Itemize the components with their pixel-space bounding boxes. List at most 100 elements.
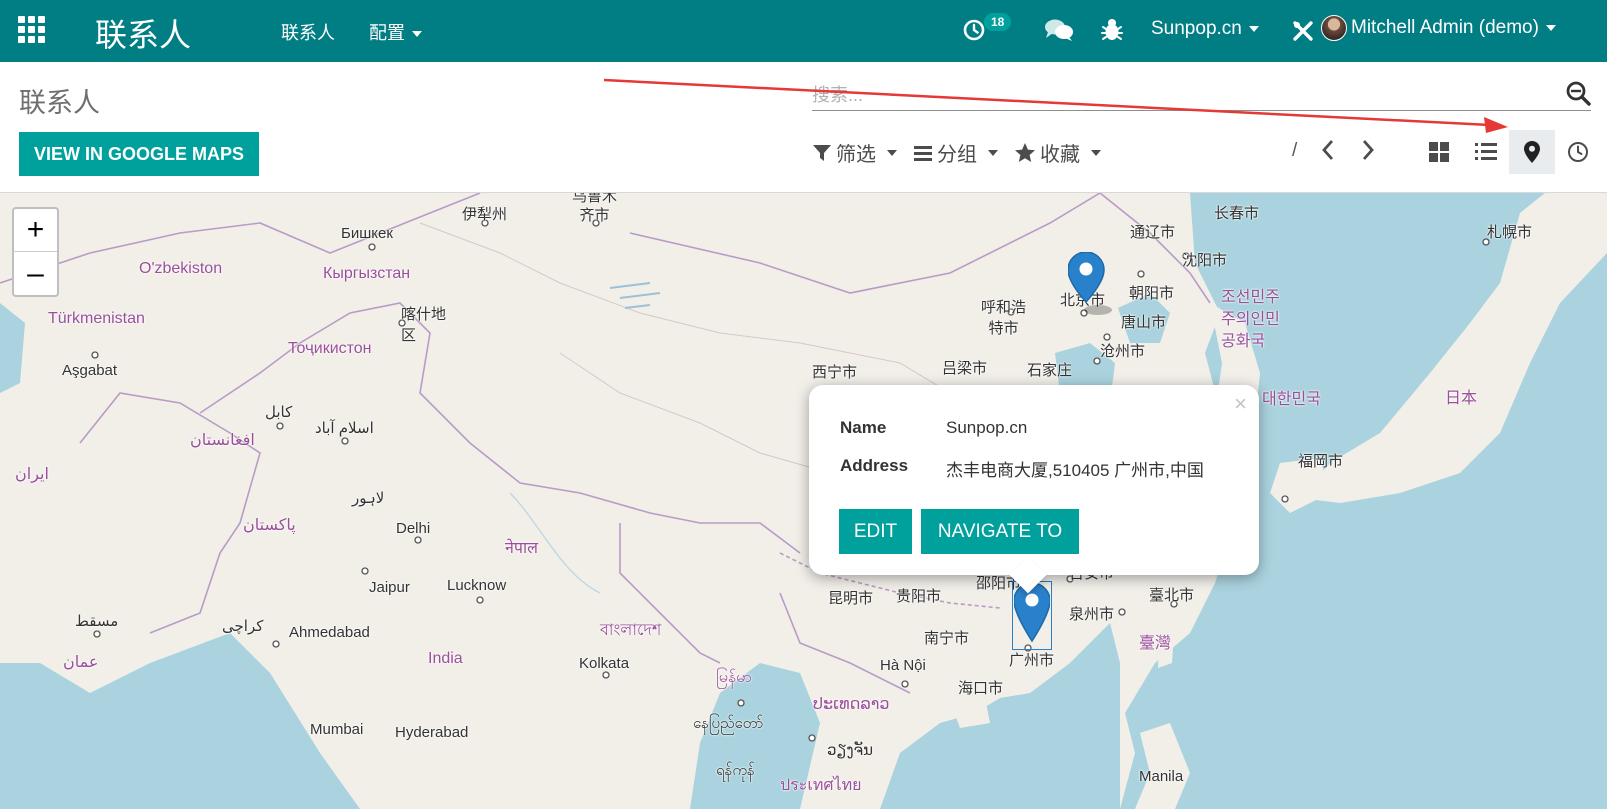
map-marker-beijing[interactable] xyxy=(1067,251,1118,325)
map-label: 喀什地 区 xyxy=(401,306,447,344)
map-label: Кыргызстан xyxy=(323,265,411,282)
map-label: 泉州市 xyxy=(1069,606,1115,623)
view-list-button[interactable] xyxy=(1463,130,1509,174)
caret-down-icon xyxy=(887,149,897,156)
control-panel: 联系人 VIEW IN GOOGLE MAPS 筛选 分组 收藏 / xyxy=(0,62,1607,193)
search-icon[interactable] xyxy=(1565,80,1591,111)
popup-address-value: 杰丰电商大厦,510405 广州市,中国 xyxy=(946,461,1204,480)
map-label: 南宁市 xyxy=(924,630,970,647)
map-label: 贵阳市 xyxy=(896,588,942,605)
tools-icon xyxy=(1293,21,1313,41)
map-label: لاہور xyxy=(352,490,385,507)
map-label: India xyxy=(428,650,463,667)
map-label: مسقط xyxy=(75,613,119,630)
popup-edit-button[interactable]: EDIT xyxy=(839,509,912,554)
tools-button[interactable] xyxy=(1292,20,1314,47)
caret-down-icon xyxy=(1091,149,1101,156)
map-label: 福岡市 xyxy=(1298,453,1344,470)
company-switcher[interactable]: Sunpop.cn xyxy=(1151,18,1259,40)
caret-down-icon xyxy=(1248,25,1259,32)
map-label: Ahmedabad xyxy=(289,624,370,641)
zoom-in-button[interactable]: + xyxy=(14,209,57,252)
map-label: 昆明市 xyxy=(828,590,874,607)
map-marker-guangzhou[interactable] xyxy=(1012,581,1052,650)
map-label: မြန်မာ xyxy=(716,669,752,686)
map-label: ایران xyxy=(15,466,49,483)
bars-icon xyxy=(914,145,932,161)
favorites-button[interactable]: 收藏 xyxy=(1014,138,1101,167)
popup-name-value: Sunpop.cn xyxy=(946,418,1028,437)
caret-down-icon xyxy=(1545,24,1556,31)
map-label: 臺北市 xyxy=(1149,587,1195,604)
map-label: Delhi xyxy=(396,520,431,537)
apps-menu-icon[interactable] xyxy=(18,16,46,44)
map-label: 西宁市 xyxy=(812,364,858,381)
map-label: 札幌市 xyxy=(1487,224,1533,241)
map-label: 广州市 xyxy=(1009,652,1055,669)
map-label: Kolkata xyxy=(579,655,630,672)
debug-button[interactable] xyxy=(1101,17,1123,48)
th-large-icon xyxy=(1429,142,1449,162)
map-label: 石家庄 xyxy=(1027,362,1073,379)
view-activity-button[interactable] xyxy=(1555,130,1601,174)
caret-down-icon xyxy=(988,149,998,156)
pager-value[interactable]: / xyxy=(1292,140,1297,162)
clock-icon xyxy=(1568,142,1588,162)
map-label: Jaipur xyxy=(369,579,410,596)
pager-previous-button[interactable] xyxy=(1318,138,1338,167)
user-name: Mitchell Admin (demo) xyxy=(1351,17,1539,38)
map-label: O'zbekiston xyxy=(139,260,223,277)
map-label: 呼和浩 特市 xyxy=(981,299,1027,337)
menu-configuration[interactable]: 配置 xyxy=(369,19,422,45)
chevron-left-icon xyxy=(1322,140,1334,160)
activity-button[interactable]: 18 xyxy=(962,13,1012,47)
star-icon xyxy=(1015,142,1035,162)
map-label: Türkmenistan xyxy=(48,310,145,327)
map-tiles xyxy=(0,193,1607,809)
map-label: 조선민주 주의인민 공화국 xyxy=(1221,289,1280,350)
map-label: Mumbai xyxy=(310,721,364,738)
map-label: नेपाल xyxy=(505,540,538,557)
popup-name-label: Name xyxy=(840,418,887,437)
map-label: Hà Nội xyxy=(880,657,926,674)
map-label: 伊犁州 xyxy=(462,206,508,223)
search-input[interactable] xyxy=(812,82,1542,108)
user-menu[interactable]: Mitchell Admin (demo) xyxy=(1321,15,1556,41)
map-label: 대한민국 xyxy=(1262,391,1321,408)
menu-contacts[interactable]: 联系人 xyxy=(281,19,335,45)
group-by-button[interactable]: 分组 xyxy=(913,138,998,167)
popup-navigate-button[interactable]: NAVIGATE TO xyxy=(921,509,1079,554)
map-label: বাংলাদেশ xyxy=(600,622,662,639)
messaging-button[interactable] xyxy=(1044,18,1074,47)
map-label: 朝阳市 xyxy=(1129,285,1175,302)
view-kanban-button[interactable] xyxy=(1416,130,1462,174)
filters-label: 筛选 xyxy=(836,144,876,166)
map-label: 吕梁市 xyxy=(942,360,988,377)
pager-next-button[interactable] xyxy=(1358,138,1378,167)
map-label: နေပြည်တော် xyxy=(693,715,764,732)
map-label: اسلام آباد xyxy=(315,420,374,437)
map-label: Hyderabad xyxy=(395,724,469,741)
view-in-google-maps-button[interactable]: VIEW IN GOOGLE MAPS xyxy=(19,132,259,176)
filters-button[interactable]: 筛选 xyxy=(812,138,897,167)
view-map-button[interactable] xyxy=(1509,130,1555,174)
menu-configuration-label: 配置 xyxy=(369,23,405,43)
map-label: 乌鲁木 齐市 xyxy=(572,193,618,224)
company-name: Sunpop.cn xyxy=(1151,18,1242,39)
clock-icon xyxy=(963,19,985,41)
map-label: Lucknow xyxy=(447,577,507,594)
popup-address-label: Address xyxy=(840,456,909,475)
zoom-out-button[interactable]: – xyxy=(14,252,57,295)
map-label: Manila xyxy=(1139,768,1184,785)
map-label: ປະເທດລາວ xyxy=(813,696,890,713)
search-bar xyxy=(812,76,1591,111)
map-label: کابل xyxy=(265,404,293,421)
map-marker-icon xyxy=(1524,141,1540,163)
map-label: 唐山市 xyxy=(1121,314,1167,331)
close-icon[interactable]: × xyxy=(1234,391,1247,417)
map-view[interactable]: 伊犁州 乌鲁木 齐市 Бишкек O'zbekiston Кыргызстан… xyxy=(0,193,1607,809)
map-label: ประเทศไทย xyxy=(780,777,862,794)
map-marker-icon xyxy=(1013,582,1051,643)
activity-count-badge: 18 xyxy=(984,13,1012,31)
map-label: 日本 xyxy=(1445,390,1478,407)
